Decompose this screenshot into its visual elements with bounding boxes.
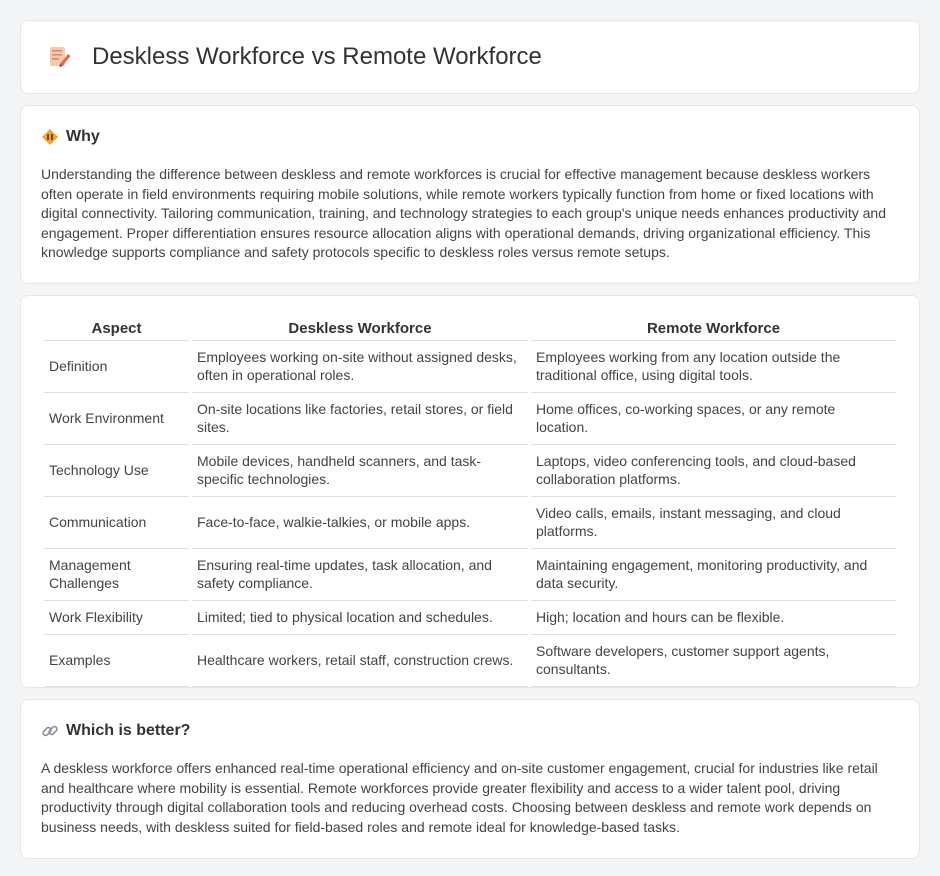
table-row: Examples Healthcare workers, retail staf… xyxy=(44,635,896,687)
row-aspect: Management Challenges xyxy=(44,549,189,601)
header-deskless: Deskless Workforce xyxy=(192,317,528,341)
title-card: Deskless Workforce vs Remote Workforce xyxy=(20,20,920,94)
row-remote: Home offices, co-working spaces, or any … xyxy=(531,393,896,445)
why-section: Why Understanding the difference between… xyxy=(20,105,920,284)
comparison-section: Aspect Deskless Workforce Remote Workfor… xyxy=(20,295,920,688)
row-deskless: Healthcare workers, retail staff, constr… xyxy=(192,635,528,687)
diamond-warning-icon xyxy=(41,128,59,146)
row-aspect: Work Flexibility xyxy=(44,601,189,635)
row-remote: Employees working from any location outs… xyxy=(531,341,896,393)
table-header-row: Aspect Deskless Workforce Remote Workfor… xyxy=(44,317,896,341)
row-remote: Software developers, customer support ag… xyxy=(531,635,896,687)
better-title: Which is better? xyxy=(66,722,191,739)
row-aspect: Technology Use xyxy=(44,445,189,497)
page-title: Deskless Workforce vs Remote Workforce xyxy=(92,43,542,70)
table-row: Technology Use Mobile devices, handheld … xyxy=(44,445,896,497)
table-row: Communication Face-to-face, walkie-talki… xyxy=(44,497,896,549)
row-deskless: Employees working on-site without assign… xyxy=(192,341,528,393)
row-aspect: Examples xyxy=(44,635,189,687)
row-remote: High; location and hours can be flexible… xyxy=(531,601,896,635)
why-title: Why xyxy=(66,128,100,145)
row-deskless: Face-to-face, walkie-talkies, or mobile … xyxy=(192,497,528,549)
which-better-section: Which is better? A deskless workforce of… xyxy=(20,699,920,859)
row-aspect: Work Environment xyxy=(44,393,189,445)
better-heading: Which is better? xyxy=(41,722,899,740)
why-text: Understanding the difference between des… xyxy=(41,166,887,261)
row-aspect: Definition xyxy=(44,341,189,393)
row-deskless: Limited; tied to physical location and s… xyxy=(192,601,528,635)
comparison-table: Aspect Deskless Workforce Remote Workfor… xyxy=(41,317,899,687)
link-icon xyxy=(41,722,59,740)
row-deskless: On-site locations like factories, retail… xyxy=(192,393,528,445)
table-row: Work Flexibility Limited; tied to physic… xyxy=(44,601,896,635)
row-remote: Video calls, emails, instant messaging, … xyxy=(531,497,896,549)
row-aspect: Communication xyxy=(44,497,189,549)
header-remote: Remote Workforce xyxy=(531,317,896,341)
table-row: Work Environment On-site locations like … xyxy=(44,393,896,445)
row-deskless: Ensuring real-time updates, task allocat… xyxy=(192,549,528,601)
table-row: Definition Employees working on-site wit… xyxy=(44,341,896,393)
better-text: A deskless workforce offers enhanced rea… xyxy=(41,760,878,835)
document-pen-icon xyxy=(46,44,72,70)
table-row: Management Challenges Ensuring real-time… xyxy=(44,549,896,601)
row-remote: Maintaining engagement, monitoring produ… xyxy=(531,549,896,601)
row-remote: Laptops, video conferencing tools, and c… xyxy=(531,445,896,497)
row-deskless: Mobile devices, handheld scanners, and t… xyxy=(192,445,528,497)
why-heading: Why xyxy=(41,128,899,146)
header-aspect: Aspect xyxy=(44,317,189,341)
